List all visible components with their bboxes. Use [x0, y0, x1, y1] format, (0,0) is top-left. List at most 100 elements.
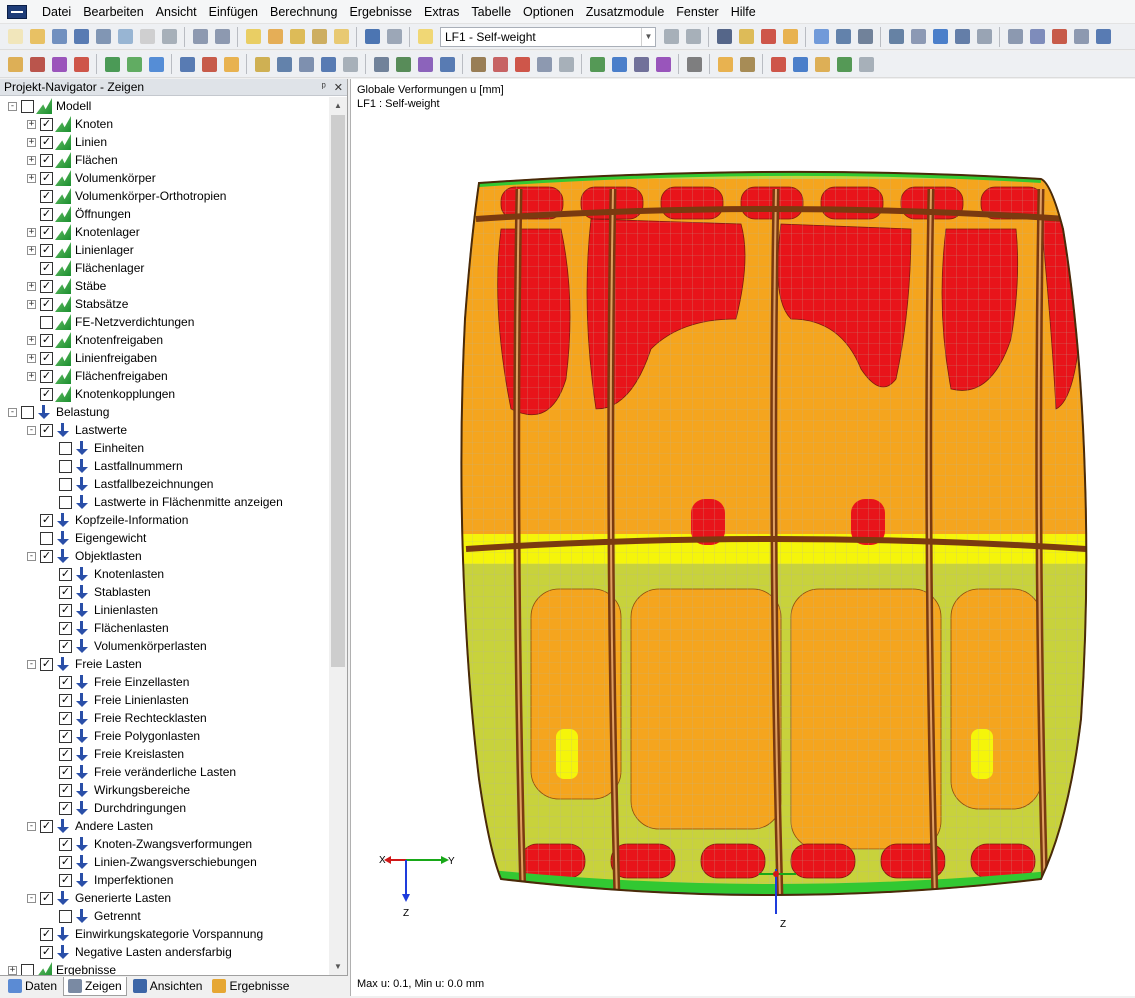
- expand-icon[interactable]: +: [27, 281, 36, 291]
- tree-item[interactable]: - ✓ Objektlasten: [27, 547, 142, 565]
- tree-checkbox[interactable]: [21, 405, 34, 419]
- chevron-down-icon[interactable]: ▼: [641, 27, 655, 46]
- tree-checkbox[interactable]: ✓: [40, 153, 53, 167]
- tree-item[interactable]: - ✓ Freie Lasten: [27, 655, 142, 673]
- tree-checkbox[interactable]: ✓: [59, 711, 72, 725]
- menu-item-2[interactable]: Ansicht: [150, 1, 203, 23]
- tree-checkbox[interactable]: ✓: [40, 171, 53, 185]
- tb1-button-27-icon[interactable]: [886, 27, 906, 47]
- tb1-button-6-icon[interactable]: [137, 27, 157, 47]
- close-icon[interactable]: ✕: [334, 81, 343, 94]
- tree-item[interactable]: + ✓ Stabsätze: [27, 295, 128, 313]
- tb2-button-31-icon[interactable]: [768, 54, 788, 74]
- tb1-button-32-icon[interactable]: [1005, 27, 1025, 47]
- tb1-button-16-icon[interactable]: [384, 27, 404, 47]
- scroll-thumb[interactable]: [331, 115, 345, 667]
- collapse-icon[interactable]: -: [27, 659, 36, 669]
- tb2-button-28-icon[interactable]: [684, 54, 704, 74]
- tb2-button-17-icon[interactable]: [415, 54, 435, 74]
- tb2-button-32-icon[interactable]: [790, 54, 810, 74]
- expand-icon[interactable]: +: [27, 245, 36, 255]
- tb1-button-12-icon[interactable]: [287, 27, 307, 47]
- tb1-button-20-icon[interactable]: [714, 27, 734, 47]
- tb2-button-15-icon[interactable]: [371, 54, 391, 74]
- tb1-button-10-icon[interactable]: [243, 27, 263, 47]
- tree-item[interactable]: ✓ Freie Linienlasten: [46, 691, 189, 709]
- tb2-button-12-icon[interactable]: [296, 54, 316, 74]
- tree-checkbox[interactable]: [21, 963, 34, 975]
- tree-checkbox[interactable]: ✓: [40, 891, 53, 905]
- tree-item[interactable]: ✓ Knotenkopplungen: [27, 385, 175, 403]
- tree-item[interactable]: ✓ Stablasten: [46, 583, 151, 601]
- tb1-button-1-icon[interactable]: [27, 27, 47, 47]
- tree-checkbox[interactable]: ✓: [59, 873, 72, 887]
- tree-item[interactable]: Getrennt: [46, 907, 141, 925]
- tb2-button-8-icon[interactable]: [199, 54, 219, 74]
- tree-checkbox[interactable]: ✓: [40, 387, 53, 401]
- tree-item[interactable]: + ✓ Knoten: [27, 115, 113, 133]
- tree-item[interactable]: + Ergebnisse: [8, 961, 116, 975]
- tree-checkbox[interactable]: ✓: [40, 351, 53, 365]
- menu-item-4[interactable]: Berechnung: [264, 1, 343, 23]
- tb2-button-16-icon[interactable]: [393, 54, 413, 74]
- tb2-button-14-icon[interactable]: [340, 54, 360, 74]
- tree-item[interactable]: - Belastung: [8, 403, 109, 421]
- tree-item[interactable]: Einheiten: [46, 439, 144, 457]
- tb1-button-22-icon[interactable]: [758, 27, 778, 47]
- scroll-up-icon[interactable]: ▲: [329, 97, 347, 114]
- tree-item[interactable]: ✓ Freie Kreislasten: [46, 745, 184, 763]
- tb1-button-25-icon[interactable]: [833, 27, 853, 47]
- tb1-button-24-icon[interactable]: [811, 27, 831, 47]
- nav-tab-2[interactable]: Ansichten: [129, 977, 207, 996]
- tb1-button-5-icon[interactable]: [115, 27, 135, 47]
- tb2-button-26-icon[interactable]: [631, 54, 651, 74]
- tree-checkbox[interactable]: ✓: [59, 603, 72, 617]
- tb2-button-27-icon[interactable]: [653, 54, 673, 74]
- tree-item[interactable]: ✓ Freie Rechtecklasten: [46, 709, 207, 727]
- tb2-button-21-icon[interactable]: [512, 54, 532, 74]
- tree-checkbox[interactable]: ✓: [59, 639, 72, 653]
- tree-item[interactable]: ✓ Öffnungen: [27, 205, 131, 223]
- tb1-button-11-icon[interactable]: [265, 27, 285, 47]
- tree-checkbox[interactable]: ✓: [40, 819, 53, 833]
- menu-item-10[interactable]: Fenster: [670, 1, 724, 23]
- tree-checkbox[interactable]: [59, 909, 72, 923]
- tree-item[interactable]: + ✓ Linien: [27, 133, 107, 151]
- tb1-button-15-icon[interactable]: [362, 27, 382, 47]
- tb1-button-4-icon[interactable]: [93, 27, 113, 47]
- tb1-button-34-icon[interactable]: [1049, 27, 1069, 47]
- tree-item[interactable]: + ✓ Flächenfreigaben: [27, 367, 168, 385]
- tree-checkbox[interactable]: ✓: [59, 729, 72, 743]
- tb1-button-26-icon[interactable]: [855, 27, 875, 47]
- scroll-down-icon[interactable]: ▼: [329, 958, 347, 975]
- tb2-button-5-icon[interactable]: [124, 54, 144, 74]
- tree-item[interactable]: - ✓ Generierte Lasten: [27, 889, 171, 907]
- tb2-button-2-icon[interactable]: [49, 54, 69, 74]
- tree-checkbox[interactable]: ✓: [40, 423, 53, 437]
- expand-icon[interactable]: +: [27, 335, 36, 345]
- tree-item[interactable]: ✓ Wirkungsbereiche: [46, 781, 190, 799]
- tree-checkbox[interactable]: ✓: [40, 225, 53, 239]
- tree-item[interactable]: ✓ Knotenlasten: [46, 565, 164, 583]
- tree-item[interactable]: ✓ Kopfzeile-Information: [27, 511, 188, 529]
- navigator-scrollbar[interactable]: ▲ ▼: [329, 97, 347, 975]
- menu-item-1[interactable]: Bearbeiten: [77, 1, 149, 23]
- expand-icon[interactable]: +: [27, 173, 36, 183]
- tree-item[interactable]: ✓ Freie veränderliche Lasten: [46, 763, 236, 781]
- tb1-button-29-icon[interactable]: [930, 27, 950, 47]
- tree-item[interactable]: ✓ Linienlasten: [46, 601, 158, 619]
- tree-checkbox[interactable]: [59, 495, 72, 509]
- expand-icon[interactable]: +: [27, 299, 36, 309]
- graphics-viewport[interactable]: Globale Verformungen u [mm] LF1 : Self-w…: [350, 79, 1135, 996]
- loadcase-select[interactable]: LF1 - Self-weight ▼: [440, 26, 656, 47]
- tree-item[interactable]: ✓ Einwirkungskategorie Vorspannung: [27, 925, 263, 943]
- deformation-model[interactable]: X Y Z Z: [351, 79, 1135, 996]
- tree-checkbox[interactable]: [21, 99, 34, 113]
- tree-checkbox[interactable]: ✓: [59, 801, 72, 815]
- tb1-button-31-icon[interactable]: [974, 27, 994, 47]
- tree-checkbox[interactable]: [59, 459, 72, 473]
- tree-checkbox[interactable]: ✓: [59, 675, 72, 689]
- menu-item-5[interactable]: Ergebnisse: [343, 1, 418, 23]
- tree-checkbox[interactable]: [59, 441, 72, 455]
- tree-item[interactable]: ✓ Imperfektionen: [46, 871, 173, 889]
